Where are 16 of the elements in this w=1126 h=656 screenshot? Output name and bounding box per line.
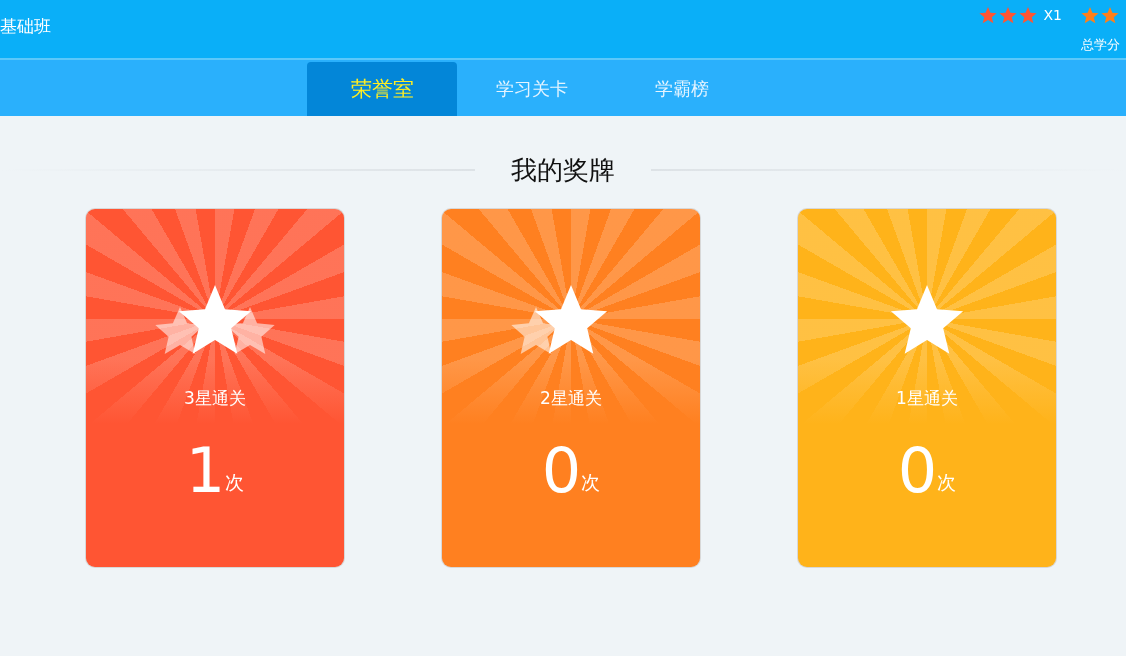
nav-tab[interactable]: 学习关卡 [457, 62, 607, 116]
medal-count: 1 [185, 440, 226, 502]
count-unit: 次 [581, 470, 601, 495]
count-unit: 次 [225, 470, 245, 495]
count-unit: 次 [937, 470, 957, 495]
medal-count: 0 [897, 440, 938, 502]
nav-tab[interactable]: 学霸榜 [607, 62, 757, 116]
medal-label: 2星通关 [540, 387, 602, 410]
nav-tab[interactable]: 荣誉室 [307, 62, 457, 116]
section-title: 我的奖牌 [511, 153, 615, 187]
medal-label: 3星通关 [184, 387, 246, 410]
credits-label: 总学分 [1080, 36, 1120, 54]
star-count: X1 [1043, 7, 1062, 23]
medal-label: 1星通关 [896, 387, 958, 410]
class-title: 基础班 [0, 14, 51, 38]
medal-count: 0 [541, 440, 582, 502]
